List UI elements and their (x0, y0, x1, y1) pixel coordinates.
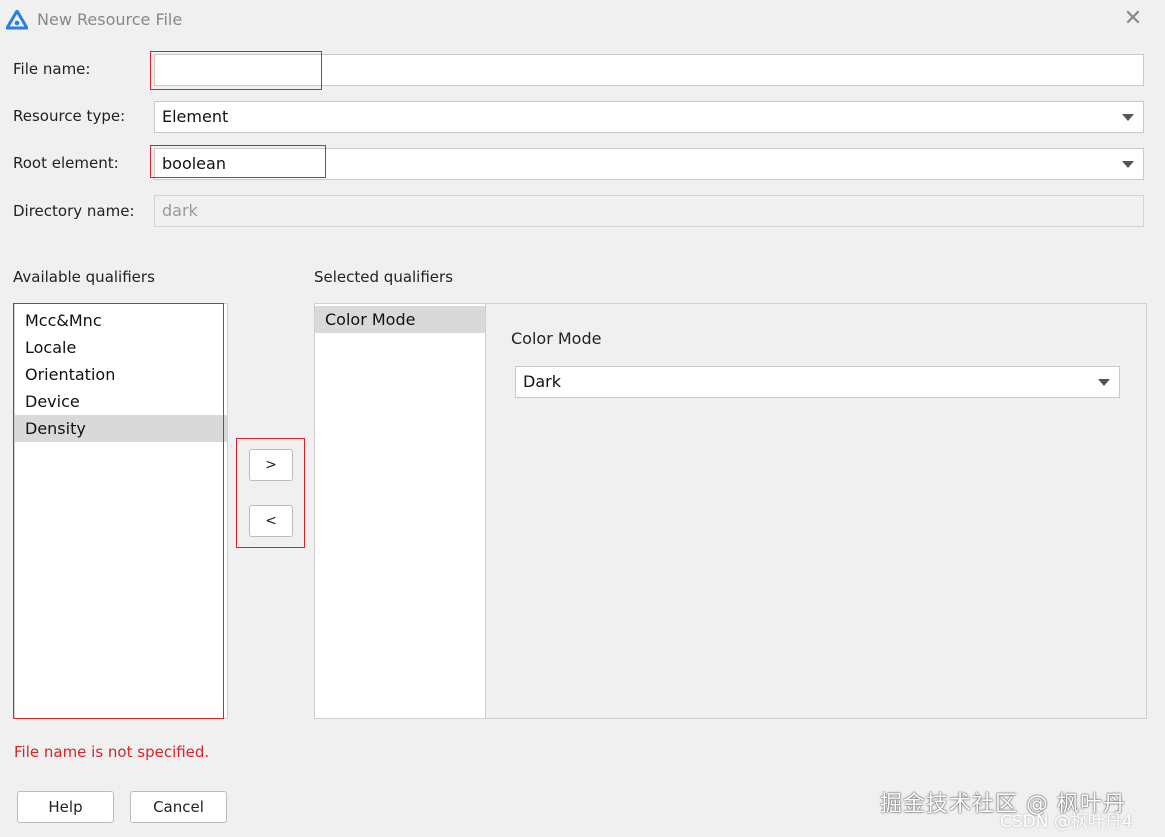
chevron-down-icon (1122, 161, 1134, 168)
available-qualifiers-list[interactable]: Mcc&Mnc Locale Orientation Device Densit… (14, 303, 228, 719)
resource-type-select[interactable]: Element (154, 101, 1144, 133)
color-mode-value: Dark (523, 372, 561, 391)
file-name-input[interactable] (154, 54, 1144, 86)
qualifier-detail-title: Color Mode (511, 329, 602, 348)
file-name-label: File name: (13, 60, 91, 78)
cancel-button[interactable]: Cancel (130, 791, 227, 823)
root-element-label: Root element: (13, 154, 119, 172)
close-icon[interactable]: ✕ (1120, 4, 1146, 34)
directory-name-label: Directory name: (13, 202, 135, 220)
selected-qualifiers-list[interactable]: Color Mode (315, 304, 486, 718)
list-item[interactable]: Color Mode (315, 306, 485, 333)
validation-error: File name is not specified. (14, 743, 210, 761)
directory-name-input: dark (154, 195, 1144, 227)
remove-qualifier-button[interactable]: < (249, 505, 293, 537)
color-mode-select[interactable]: Dark (515, 366, 1120, 398)
selected-qualifiers-header: Selected qualifiers (314, 268, 454, 286)
add-qualifier-button[interactable]: > (249, 449, 293, 481)
help-button[interactable]: Help (17, 791, 114, 823)
resource-type-label: Resource type: (13, 107, 126, 125)
watermark-subtext: CSDN @枫叶丹4 (1000, 812, 1133, 832)
resource-type-value: Element (162, 107, 229, 126)
root-element-select[interactable]: boolean (154, 148, 1144, 180)
app-logo-icon (6, 10, 28, 30)
chevron-down-icon (1098, 379, 1110, 386)
list-item[interactable]: Mcc&Mnc (15, 307, 227, 334)
root-element-value: boolean (162, 154, 226, 173)
list-item[interactable]: Orientation (15, 361, 227, 388)
title-bar: New Resource File ✕ (0, 0, 1165, 40)
window-title: New Resource File (37, 10, 183, 29)
available-qualifiers-header: Available qualifiers (13, 268, 155, 286)
chevron-down-icon (1122, 114, 1134, 121)
list-item[interactable]: Device (15, 388, 227, 415)
list-item[interactable]: Locale (15, 334, 227, 361)
selected-qualifiers-panel: Color Mode Color Mode Dark (314, 303, 1147, 719)
list-item[interactable]: Density (15, 415, 227, 442)
